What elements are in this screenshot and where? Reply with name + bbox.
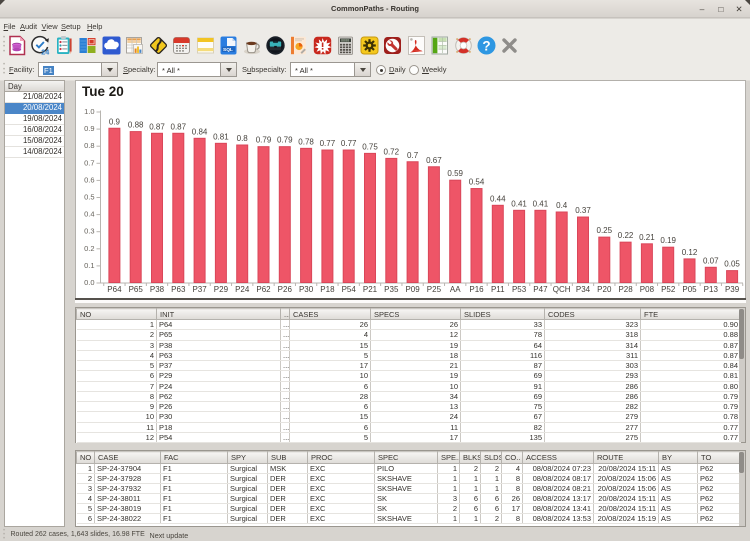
svg-text:0.67: 0.67 [426, 156, 442, 165]
svg-text:P62: P62 [256, 285, 271, 294]
svg-text:0.72: 0.72 [384, 147, 400, 156]
svg-text:0.81: 0.81 [213, 132, 229, 141]
svg-text:P63: P63 [171, 285, 186, 294]
svg-text:0.07: 0.07 [703, 256, 719, 265]
svg-text:1.0: 1.0 [84, 107, 94, 116]
svg-text:0.78: 0.78 [298, 137, 314, 146]
svg-text:P16: P16 [469, 285, 484, 294]
svg-text:0.0: 0.0 [84, 278, 94, 287]
svg-text:P30: P30 [299, 285, 314, 294]
svg-text:P38: P38 [150, 285, 165, 294]
svg-text:P34: P34 [576, 285, 591, 294]
svg-text:0.25: 0.25 [597, 226, 613, 235]
svg-text:P47: P47 [533, 285, 548, 294]
svg-text:0.44: 0.44 [490, 194, 506, 203]
svg-text:0.12: 0.12 [682, 248, 698, 257]
svg-text:0.7: 0.7 [407, 151, 419, 160]
svg-text:0.6: 0.6 [84, 175, 94, 184]
svg-text:0.41: 0.41 [511, 199, 527, 208]
svg-text:P09: P09 [405, 285, 420, 294]
svg-text:P53: P53 [512, 285, 527, 294]
svg-text:0.59: 0.59 [447, 169, 463, 178]
svg-text:0.9: 0.9 [84, 124, 94, 133]
svg-text:P20: P20 [597, 285, 612, 294]
svg-text:0.05: 0.05 [724, 260, 740, 269]
svg-text:P05: P05 [682, 285, 697, 294]
svg-text:0.84: 0.84 [192, 127, 208, 136]
svg-text:AA: AA [450, 285, 461, 294]
svg-text:0.1: 0.1 [84, 261, 94, 270]
svg-text:0.54: 0.54 [469, 178, 485, 187]
svg-text:0.9: 0.9 [109, 117, 121, 126]
svg-text:0.8: 0.8 [84, 141, 94, 150]
svg-text:QCH: QCH [553, 285, 571, 294]
svg-text:SQL: SQL [223, 47, 233, 53]
svg-text:0.21: 0.21 [639, 233, 655, 242]
svg-text:P25: P25 [427, 285, 442, 294]
svg-text:P11: P11 [491, 285, 505, 294]
svg-text:0.2: 0.2 [84, 244, 94, 253]
svg-text:P26: P26 [278, 285, 293, 294]
svg-text:0.37: 0.37 [575, 206, 591, 215]
svg-text:0.88: 0.88 [128, 121, 144, 130]
svg-text:P18: P18 [320, 285, 335, 294]
svg-text:P52: P52 [661, 285, 676, 294]
svg-text:0.3: 0.3 [84, 227, 94, 236]
svg-text:0.79: 0.79 [277, 136, 293, 145]
svg-text:0.79: 0.79 [256, 136, 272, 145]
svg-text:0.77: 0.77 [341, 139, 357, 148]
svg-text:0.22: 0.22 [618, 231, 634, 240]
svg-text:P21: P21 [363, 285, 378, 294]
svg-text:0.7: 0.7 [84, 158, 94, 167]
svg-text:0.4: 0.4 [556, 201, 568, 210]
svg-text:8888: 8888 [341, 40, 349, 44]
svg-text:P24: P24 [235, 285, 250, 294]
svg-text:P13: P13 [704, 285, 719, 294]
svg-text:Tue 20: Tue 20 [82, 84, 124, 99]
svg-text:P39: P39 [725, 285, 740, 294]
svg-text:0.19: 0.19 [660, 236, 676, 245]
svg-text:0.41: 0.41 [533, 199, 549, 208]
svg-text:0.87: 0.87 [171, 122, 187, 131]
svg-text:P28: P28 [618, 285, 633, 294]
svg-text:0.77: 0.77 [320, 139, 336, 148]
svg-text:0.75: 0.75 [362, 142, 378, 151]
svg-text:P64: P64 [107, 285, 122, 294]
svg-text:P37: P37 [192, 285, 207, 294]
svg-text:P54: P54 [342, 285, 357, 294]
svg-text:0.87: 0.87 [149, 122, 165, 131]
svg-text:0.8: 0.8 [237, 134, 249, 143]
svg-text:P08: P08 [640, 285, 655, 294]
svg-text:0.5: 0.5 [84, 193, 94, 202]
svg-text:?: ? [482, 39, 490, 54]
svg-text:P29: P29 [214, 285, 229, 294]
svg-text:24: 24 [41, 48, 49, 57]
svg-text:0.4: 0.4 [84, 210, 94, 219]
svg-text:P65: P65 [129, 285, 144, 294]
svg-text:P35: P35 [384, 285, 399, 294]
